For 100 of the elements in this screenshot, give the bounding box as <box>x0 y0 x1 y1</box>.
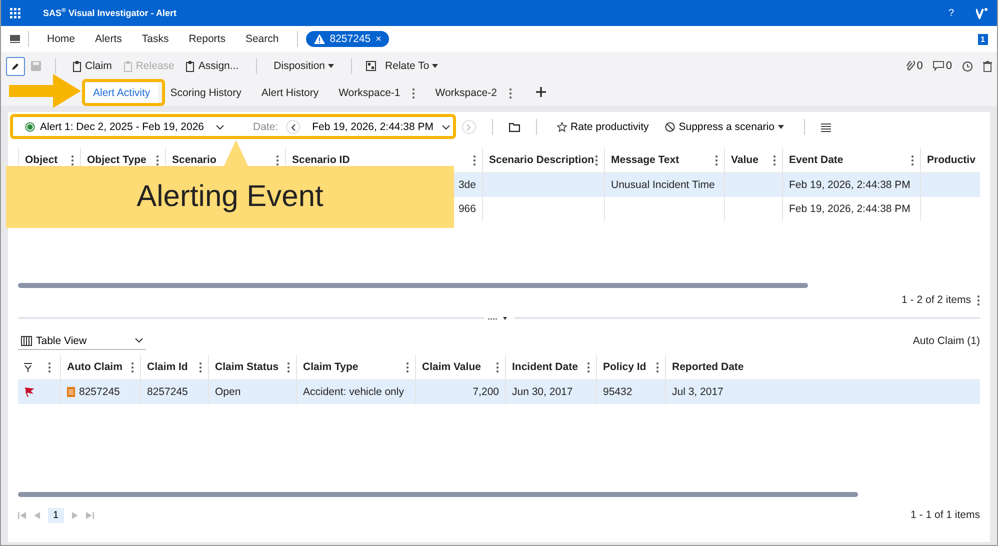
column-header[interactable]: Reported Date <box>665 355 975 379</box>
table-row[interactable]: 8257245 8257245 Open Accident: vehicle only 7,200 Jun 30, 2017 95432 Jul 3, 2017 <box>18 380 980 404</box>
column-menu-icon[interactable] <box>715 154 718 166</box>
caret-icon <box>328 64 334 68</box>
tab[interactable]: Scoring History <box>162 83 250 103</box>
item-count: 1 - 2 of 2 items <box>902 294 971 306</box>
tab[interactable]: Workspace-1 <box>330 83 424 103</box>
chevron-down-icon <box>135 338 143 343</box>
column-menu-icon[interactable] <box>496 362 499 372</box>
column-menu-icon[interactable] <box>656 362 659 372</box>
splitter-handle[interactable] <box>488 316 510 320</box>
column-menu-icon[interactable] <box>276 154 279 166</box>
warning-icon <box>314 34 325 44</box>
comments-count[interactable]: 0 <box>932 60 952 72</box>
nav-link[interactable]: Alerts <box>85 33 132 45</box>
chevron-down-icon <box>442 124 450 130</box>
chevron-right-icon <box>466 124 472 130</box>
table-cell: Jun 30, 2017 <box>512 386 573 398</box>
column-menu-icon[interactable] <box>199 362 202 372</box>
notification-badge[interactable]: 1 <box>978 34 988 44</box>
scrollbar[interactable] <box>18 492 858 497</box>
delete-icon[interactable] <box>983 60 992 72</box>
column-menu-icon[interactable] <box>595 154 598 166</box>
star-icon <box>556 122 567 132</box>
tab[interactable]: Alert Activity <box>85 83 158 103</box>
help-button[interactable]: ? <box>948 8 954 18</box>
toolbar-button[interactable]: Assign... <box>183 58 242 74</box>
status-dot-icon <box>25 122 35 132</box>
list-icon[interactable] <box>821 122 832 132</box>
column-header[interactable]: Scenario Description <box>482 148 604 172</box>
document-icon <box>67 387 75 397</box>
column-menu-icon[interactable] <box>587 362 590 372</box>
user-menu-icon[interactable] <box>976 8 988 18</box>
column-header[interactable]: Claim Status <box>208 355 296 379</box>
column-header[interactable]: Event Date <box>782 148 920 172</box>
nav-link[interactable]: Reports <box>178 33 236 45</box>
menu-icon[interactable] <box>10 35 20 43</box>
column-menu-icon[interactable] <box>406 362 409 372</box>
rate-productivity-button[interactable]: Rate productivity <box>552 119 653 135</box>
clipboard-icon <box>186 60 196 72</box>
table-cell: 7,200 <box>472 386 499 398</box>
table-cell: Jul 3, 2017 <box>672 386 724 398</box>
date-selector[interactable]: Feb 19, 2026, 2:44:38 PM <box>308 119 454 135</box>
column-header[interactable]: Claim Value <box>415 355 505 379</box>
column-header[interactable]: Message Text <box>604 148 724 172</box>
column-menu-icon[interactable] <box>156 154 159 166</box>
column-header[interactable]: Auto Claim <box>60 355 140 379</box>
history-icon[interactable] <box>962 60 973 72</box>
relate-to-dropdown[interactable]: Relate To <box>382 58 442 74</box>
column-menu-icon[interactable] <box>71 154 74 166</box>
column-header[interactable]: Claim Id <box>140 355 208 379</box>
table-cell: Feb 19, 2026, 2:44:38 PM <box>789 203 910 215</box>
open-alert-tab[interactable]: 8257245 × <box>306 31 390 47</box>
attachments-count[interactable]: 0 <box>906 60 923 72</box>
date-label: Date: <box>253 121 278 133</box>
clipboard-icon <box>73 60 82 72</box>
column-menu-icon[interactable] <box>911 154 914 166</box>
column-header[interactable]: Productiv <box>920 148 980 172</box>
previous-date-button[interactable] <box>286 120 300 134</box>
column-menu-icon[interactable] <box>287 362 290 372</box>
column-menu-icon[interactable] <box>773 154 776 166</box>
column-menu-icon[interactable] <box>48 362 51 372</box>
callout-tooltip: Alerting Event <box>6 166 454 228</box>
suppress-scenario-dropdown[interactable]: Suppress a scenario <box>660 119 788 135</box>
app-grid-icon[interactable] <box>10 8 21 18</box>
page-button[interactable]: 1 <box>48 508 64 522</box>
folder-icon[interactable] <box>508 122 520 132</box>
tab[interactable]: Workspace-2 <box>427 83 520 103</box>
column-header[interactable]: Claim Type <box>296 355 415 379</box>
nav-link[interactable]: Home <box>37 33 86 45</box>
nav-link[interactable]: Search <box>235 33 289 45</box>
column-header[interactable]: Value <box>724 148 782 172</box>
column-header[interactable]: Policy Id <box>596 355 665 379</box>
alert-selector[interactable]: Alert 1: Dec 2, 2025 - Feb 19, 2026 <box>22 119 227 135</box>
edit-button[interactable] <box>6 56 25 76</box>
table-cell: 8257245 <box>147 386 188 398</box>
nav-link[interactable]: Tasks <box>132 33 179 45</box>
scrollbar[interactable] <box>18 283 808 288</box>
table-cell: 3de <box>458 179 476 191</box>
table-icon <box>21 336 32 346</box>
table-cell: 95432 <box>603 386 632 398</box>
toolbar-button[interactable]: Claim <box>70 58 115 74</box>
window-title: SAS$^{®}$ Visual Investigator - Alert <box>43 8 178 18</box>
column-menu-icon[interactable] <box>473 154 476 166</box>
table-cell: Feb 19, 2026, 2:44:38 PM <box>789 179 910 191</box>
column-header[interactable]: Incident Date <box>505 355 596 379</box>
plus-icon <box>536 87 546 97</box>
table-cell: Unusual Incident Time <box>611 179 715 191</box>
table-cell: Open <box>215 386 241 398</box>
column-menu-icon[interactable] <box>131 362 134 372</box>
table-cell: Accident: vehicle only <box>303 386 404 398</box>
tab[interactable]: Alert History <box>253 83 327 103</box>
table-cell[interactable]: 8257245 <box>79 386 120 398</box>
prohibited-icon <box>664 122 675 132</box>
filter-icon <box>24 362 32 372</box>
disposition-dropdown[interactable]: Disposition <box>270 58 338 74</box>
more-icon[interactable] <box>508 88 512 98</box>
relate-icon <box>366 61 376 71</box>
more-icon[interactable] <box>412 88 416 98</box>
column-menu-icon[interactable] <box>977 294 980 306</box>
